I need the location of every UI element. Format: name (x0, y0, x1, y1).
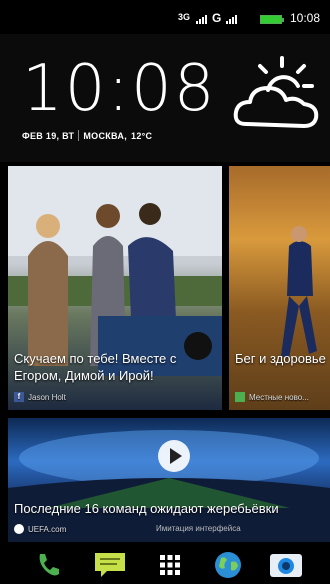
uefa-icon (14, 524, 24, 534)
app-dock (0, 544, 330, 584)
news-tile-uefa[interactable]: Последние 16 команд ожидают жеребьёвки U… (8, 418, 330, 542)
apps-grid-icon (160, 555, 180, 575)
overlay-note: Имитация интерфейса (156, 524, 241, 533)
apps-button[interactable] (150, 548, 190, 582)
runner-photo (281, 226, 317, 358)
tile-source: Местные ново... (235, 392, 309, 402)
signal-strength-icon-2 (226, 14, 237, 24)
browser-globe-icon (215, 552, 241, 578)
browser-button[interactable] (208, 548, 248, 582)
tile-source: UEFA.com (14, 524, 66, 534)
city-text: МОСКВА, (83, 130, 128, 141)
phone-button[interactable] (28, 548, 68, 582)
clock-weather-widget[interactable]: 10:08 ФЕВ 19, ВТ МОСКВА, 12°C (0, 34, 330, 162)
status-bar: 3G G 10:08 (0, 0, 330, 34)
network-type-3g: 3G (178, 12, 191, 22)
phone-icon (39, 554, 59, 576)
news-tile-friends[interactable]: Скучаем по тебе! Вместе с Егором, Димой … (8, 166, 222, 410)
play-video-icon[interactable] (158, 440, 190, 472)
tile-source: f Jason Holt (14, 392, 66, 402)
divider (78, 130, 80, 141)
status-time: 10:08 (290, 11, 321, 25)
tile-title: Скучаем по тебе! Вместе с Егором, Димой … (14, 351, 177, 383)
temperature-text: 12°C (131, 130, 153, 141)
source-name: Jason Holt (28, 392, 66, 402)
camera-icon (270, 554, 302, 577)
facebook-icon: f (14, 392, 24, 402)
clock-time: 10:08 (22, 52, 217, 126)
network-type-g: G (212, 11, 222, 25)
news-icon (235, 392, 245, 402)
source-name: UEFA.com (28, 524, 67, 534)
date-text: ФЕВ 19, ВТ (22, 130, 75, 141)
tile-title: Последние 16 команд ожидают жеребьёвки (14, 501, 279, 516)
camera-button[interactable] (266, 548, 306, 582)
date-location-line: ФЕВ 19, ВТ МОСКВА, 12°C (22, 130, 152, 141)
sun-behind-cloud-icon (233, 56, 319, 128)
battery-icon (260, 15, 284, 24)
news-tile-running[interactable]: Бег и здоровье Местные ново... (229, 166, 330, 410)
signal-strength-icon (196, 14, 207, 24)
source-name: Местные ново... (249, 392, 309, 402)
messages-button[interactable] (90, 548, 130, 582)
tile-title: Бег и здоровье (235, 351, 326, 366)
messages-icon (95, 553, 125, 577)
